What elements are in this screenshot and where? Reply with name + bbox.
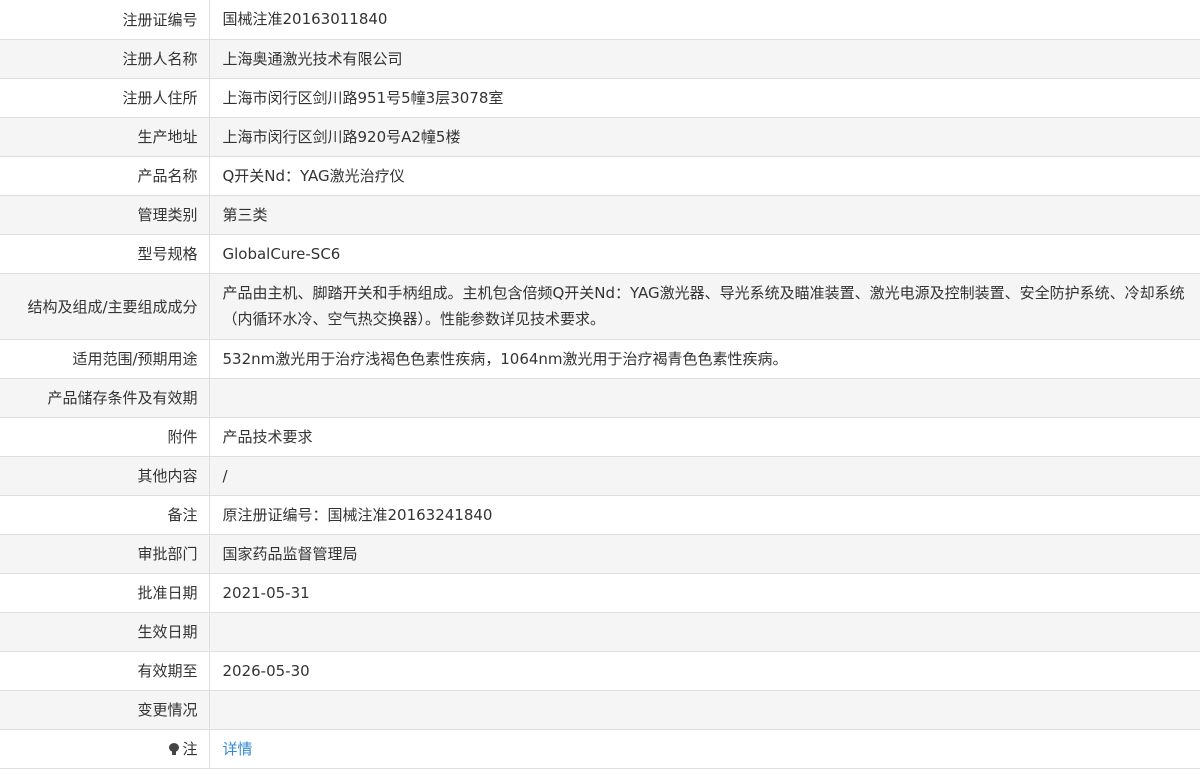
- field-value-approval-date: 2021-05-31: [209, 572, 1200, 613]
- field-label-intended-use: 适用范围/预期用途: [0, 338, 210, 379]
- table-row: 其他内容 /: [0, 455, 1200, 496]
- field-value-effective-date: [209, 611, 1200, 652]
- table-row: 备注 原注册证编号：国械注准20163241840: [0, 494, 1200, 535]
- field-value-remarks: 原注册证编号：国械注准20163241840: [209, 494, 1200, 535]
- table-row: 型号规格 GlobalCure-SC6: [0, 233, 1200, 274]
- table-row: 产品名称 Q开关Nd：YAG激光治疗仪: [0, 155, 1200, 196]
- table-row: 结构及组成/主要组成成分 产品由主机、脚踏开关和手柄组成。主机包含倍频Q开关Nd…: [0, 272, 1200, 340]
- field-label-registration-number: 注册证编号: [0, 0, 210, 40]
- field-value-other-content: /: [209, 455, 1200, 496]
- field-value-storage-conditions: [209, 377, 1200, 418]
- table-row: 变更情况: [0, 689, 1200, 730]
- details-link[interactable]: 详情: [223, 740, 253, 758]
- note-label-text: 注: [182, 740, 198, 758]
- field-value-registrant-name: 上海奥通激光技术有限公司: [209, 38, 1200, 79]
- field-value-product-name: Q开关Nd：YAG激光治疗仪: [209, 155, 1200, 196]
- field-label-structure-composition: 结构及组成/主要组成成分: [0, 272, 210, 340]
- field-value-valid-until: 2026-05-30: [209, 650, 1200, 691]
- field-value-model-spec: GlobalCure-SC6: [209, 233, 1200, 274]
- table-row: 适用范围/预期用途 532nm激光用于治疗浅褐色色素性疾病，1064nm激光用于…: [0, 338, 1200, 379]
- table-row: 生效日期: [0, 611, 1200, 652]
- table-row: 管理类别 第三类: [0, 194, 1200, 235]
- field-label-product-name: 产品名称: [0, 155, 210, 196]
- field-label-registrant-name: 注册人名称: [0, 38, 210, 79]
- field-value-attachment: 产品技术要求: [209, 416, 1200, 457]
- table-row: 有效期至 2026-05-30: [0, 650, 1200, 691]
- table-row: 注册人名称 上海奥通激光技术有限公司: [0, 38, 1200, 79]
- field-value-structure-composition: 产品由主机、脚踏开关和手柄组成。主机包含倍频Q开关Nd：YAG激光器、导光系统及…: [209, 272, 1200, 340]
- table-row: 附件 产品技术要求: [0, 416, 1200, 457]
- field-value-registration-number: 国械注准20163011840: [209, 0, 1200, 40]
- field-label-model-spec: 型号规格: [0, 233, 210, 274]
- field-value-production-address: 上海市闵行区剑川路920号A2幢5楼: [209, 116, 1200, 157]
- field-label-change-history: 变更情况: [0, 689, 210, 730]
- field-label-effective-date: 生效日期: [0, 611, 210, 652]
- field-value-change-history: [209, 689, 1200, 730]
- field-label-attachment: 附件: [0, 416, 210, 457]
- field-label-storage-conditions: 产品储存条件及有效期: [0, 377, 210, 418]
- table-row: 生产地址 上海市闵行区剑川路920号A2幢5楼: [0, 116, 1200, 157]
- table-row: 批准日期 2021-05-31: [0, 572, 1200, 613]
- table-row: 注册证编号 国械注准20163011840: [0, 0, 1200, 40]
- field-label-approval-department: 审批部门: [0, 533, 210, 574]
- table-row-note: 注 详情: [0, 728, 1200, 769]
- field-value-note: 详情: [209, 728, 1200, 769]
- field-label-management-category: 管理类别: [0, 194, 210, 235]
- field-label-registrant-address: 注册人住所: [0, 77, 210, 118]
- table-row: 产品储存条件及有效期: [0, 377, 1200, 418]
- field-label-other-content: 其他内容: [0, 455, 210, 496]
- table-row: 注册人住所 上海市闵行区剑川路951号5幢3层3078室: [0, 77, 1200, 118]
- registration-detail-table: 注册证编号 国械注准20163011840 注册人名称 上海奥通激光技术有限公司…: [0, 0, 1200, 769]
- field-label-approval-date: 批准日期: [0, 572, 210, 613]
- field-label-remarks: 备注: [0, 494, 210, 535]
- field-label-valid-until: 有效期至: [0, 650, 210, 691]
- field-value-registrant-address: 上海市闵行区剑川路951号5幢3层3078室: [209, 77, 1200, 118]
- field-label-production-address: 生产地址: [0, 116, 210, 157]
- field-value-management-category: 第三类: [209, 194, 1200, 235]
- table-row: 审批部门 国家药品监督管理局: [0, 533, 1200, 574]
- lightbulb-icon: [169, 743, 180, 755]
- field-value-intended-use: 532nm激光用于治疗浅褐色色素性疾病，1064nm激光用于治疗褐青色色素性疾病…: [209, 338, 1200, 379]
- field-label-note: 注: [0, 728, 210, 769]
- field-value-approval-department: 国家药品监督管理局: [209, 533, 1200, 574]
